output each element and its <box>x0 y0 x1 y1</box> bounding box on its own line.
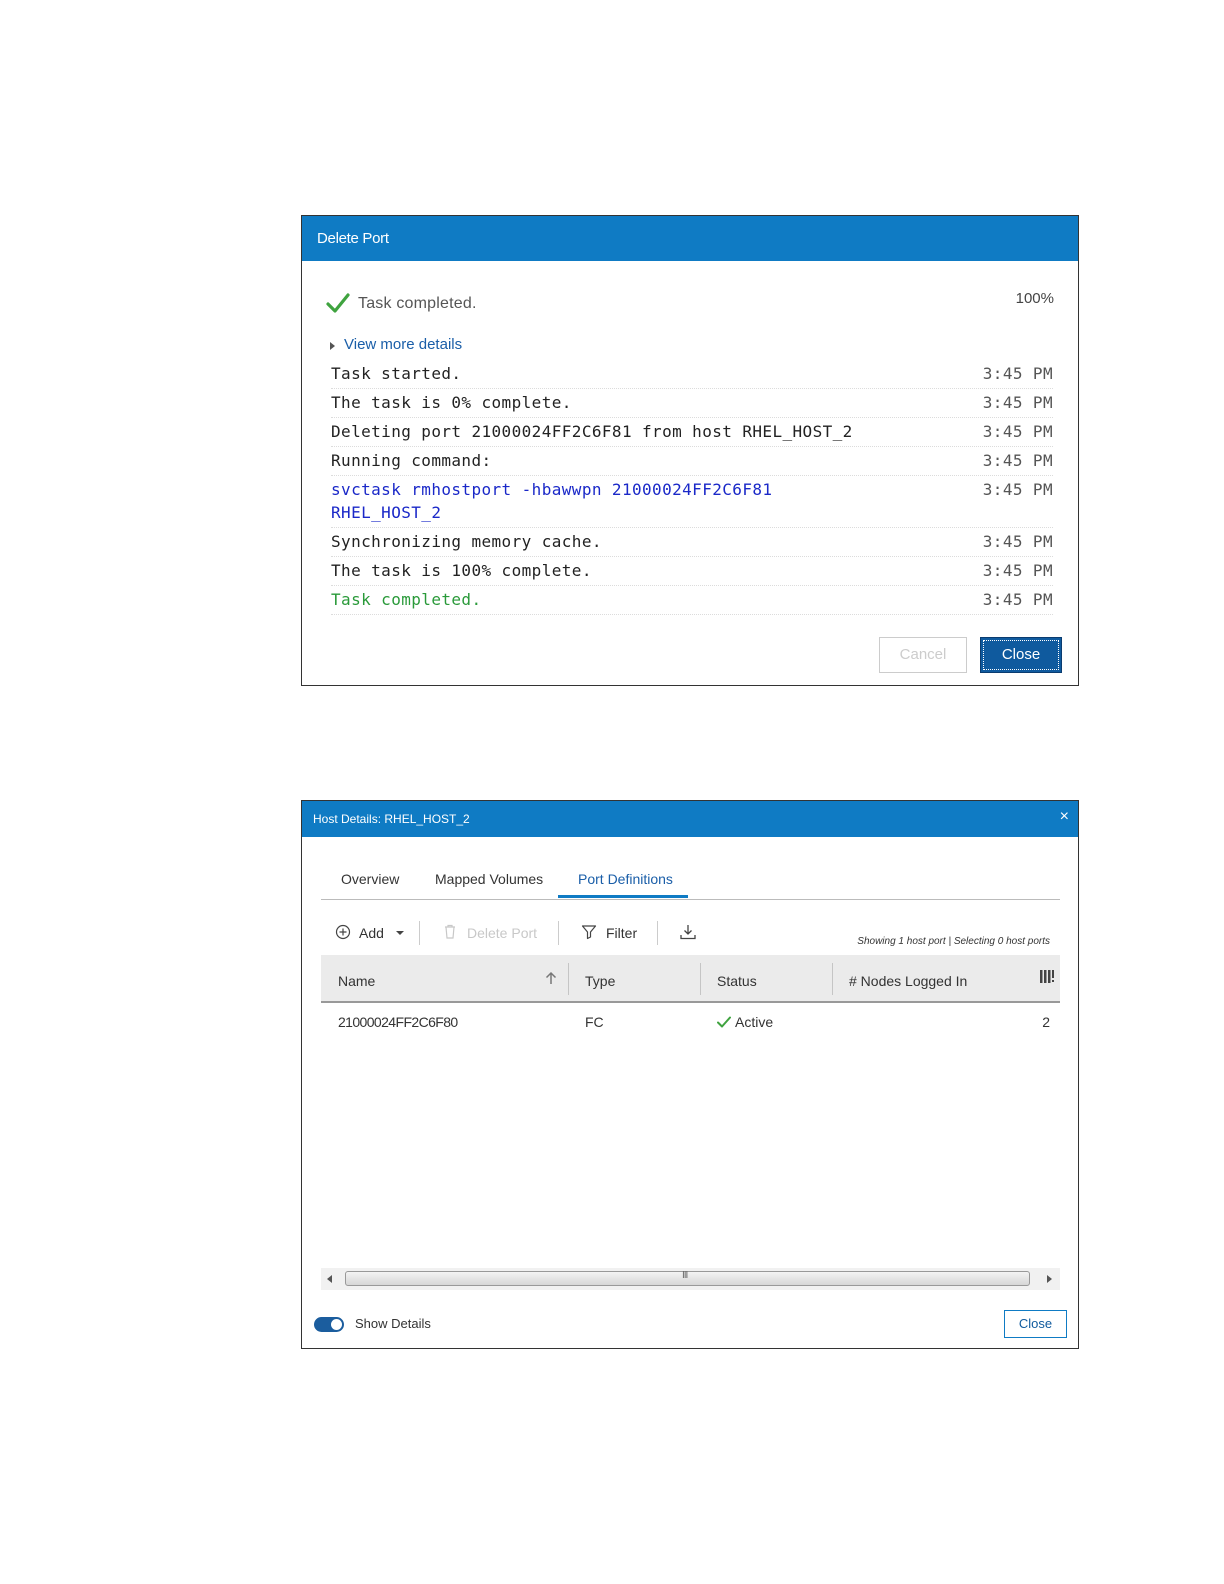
log-entry-success: Task completed. 3:45 PM <box>331 586 1053 615</box>
log-entry: The task is 100% complete. 3:45 PM <box>331 557 1053 586</box>
scroll-left-icon[interactable] <box>327 1275 332 1283</box>
status-text: Task completed. <box>358 295 477 312</box>
toolbar-divider <box>657 921 658 945</box>
column-divider[interactable] <box>832 963 833 995</box>
log-entry: The task is 0% complete. 3:45 PM <box>331 389 1053 418</box>
view-more-details-link[interactable]: View more details <box>344 336 462 353</box>
cell-name: 21000024FF2C6F80 <box>338 1014 458 1030</box>
selection-summary: Showing 1 host port | Selecting 0 host p… <box>857 936 1050 947</box>
show-details-label: Show Details <box>355 1316 431 1331</box>
log-message: Task started. <box>331 364 462 383</box>
dialog-title: Delete Port <box>302 216 1078 261</box>
expand-triangle-icon <box>330 342 335 350</box>
dialog-title-bar: Host Details: RHEL_HOST_2 × <box>302 801 1078 837</box>
column-header-type[interactable]: Type <box>585 973 615 989</box>
toggle-knob <box>331 1319 342 1330</box>
log-entry: Running command: 3:45 PM <box>331 447 1053 476</box>
add-button[interactable]: Add <box>359 925 384 941</box>
download-icon[interactable] <box>679 923 697 944</box>
show-details-toggle[interactable] <box>314 1317 344 1332</box>
checkmark-icon <box>717 1015 731 1031</box>
scrollbar-thumb[interactable]: III <box>345 1270 1030 1286</box>
scroll-right-icon[interactable] <box>1047 1275 1052 1283</box>
tab-bar: Overview Mapped Volumes Port Definitions <box>321 863 1060 900</box>
trash-icon <box>444 924 456 942</box>
log-time: 3:45 PM <box>982 364 1053 383</box>
toolbar-divider <box>558 921 559 945</box>
tab-port-definitions[interactable]: Port Definitions <box>578 871 673 887</box>
column-header-nodes-logged-in[interactable]: # Nodes Logged In <box>849 973 967 989</box>
add-circle-icon <box>335 924 351 943</box>
active-tab-indicator <box>558 895 688 898</box>
filter-button[interactable]: Filter <box>606 925 637 941</box>
sort-ascending-icon[interactable] <box>545 971 557 988</box>
task-status: Task completed. 100% <box>326 290 1054 319</box>
log-entry: Task started. 3:45 PM <box>331 360 1053 389</box>
log-time: 3:45 PM <box>982 393 1053 412</box>
task-log: Task started. 3:45 PM The task is 0% comp… <box>331 360 1053 615</box>
log-time: 3:45 PM <box>982 422 1053 441</box>
column-chooser-icon[interactable] <box>1039 969 1055 988</box>
cell-status: Active <box>735 1014 774 1030</box>
chevron-down-icon[interactable] <box>396 931 404 935</box>
toolbar-divider <box>419 921 420 945</box>
cancel-button[interactable]: Cancel <box>879 637 967 673</box>
host-details-dialog: Host Details: RHEL_HOST_2 × Overview Map… <box>301 800 1079 1349</box>
close-icon[interactable]: × <box>1060 801 1069 833</box>
log-message: Running command: <box>331 451 492 470</box>
cell-type: FC <box>585 1014 604 1030</box>
close-button[interactable]: Close <box>1004 1310 1067 1338</box>
table-header: Name Type Status # Nodes Logged In <box>321 955 1060 1003</box>
log-message: Deleting port 21000024FF2C6F81 from host… <box>331 422 853 441</box>
log-message: Task completed. <box>331 590 482 609</box>
log-time: 3:45 PM <box>982 561 1053 580</box>
log-time: 3:45 PM <box>982 480 1053 499</box>
progress-percent: 100% <box>1015 290 1054 307</box>
log-entry-command: svctask rmhostport -hbawwpn 21000024FF2C… <box>331 476 1053 528</box>
column-header-status[interactable]: Status <box>717 973 757 989</box>
log-message: svctask rmhostport -hbawwpn 21000024FF2C… <box>331 480 773 522</box>
log-message: Synchronizing memory cache. <box>331 532 602 551</box>
log-message: The task is 100% complete. <box>331 561 592 580</box>
scrollbar-grip: III <box>682 1270 688 1281</box>
column-divider[interactable] <box>568 963 569 995</box>
log-entry: Synchronizing memory cache. 3:45 PM <box>331 528 1053 557</box>
log-time: 3:45 PM <box>982 590 1053 609</box>
dialog-title: Host Details: RHEL_HOST_2 <box>313 812 470 826</box>
tab-mapped-volumes[interactable]: Mapped Volumes <box>435 871 543 887</box>
delete-port-dialog: Delete Port Task completed. 100% View mo… <box>301 215 1079 686</box>
log-time: 3:45 PM <box>982 532 1053 551</box>
column-header-name[interactable]: Name <box>338 973 375 989</box>
table-row[interactable]: 21000024FF2C6F80 FC Active 2 <box>321 1005 1060 1039</box>
checkmark-icon <box>326 292 350 319</box>
log-message: The task is 0% complete. <box>331 393 572 412</box>
close-button[interactable]: Close <box>980 637 1062 673</box>
delete-port-button[interactable]: Delete Port <box>467 925 537 941</box>
tab-overview[interactable]: Overview <box>341 871 399 887</box>
column-divider[interactable] <box>700 963 701 995</box>
cell-nodes-logged-in: 2 <box>1042 1014 1050 1030</box>
log-entry: Deleting port 21000024FF2C6F81 from host… <box>331 418 1053 447</box>
log-time: 3:45 PM <box>982 451 1053 470</box>
toolbar: Add Delete Port Filter Showing 1 host po… <box>321 917 1060 949</box>
horizontal-scrollbar[interactable]: III <box>321 1268 1060 1290</box>
filter-icon <box>581 924 597 943</box>
